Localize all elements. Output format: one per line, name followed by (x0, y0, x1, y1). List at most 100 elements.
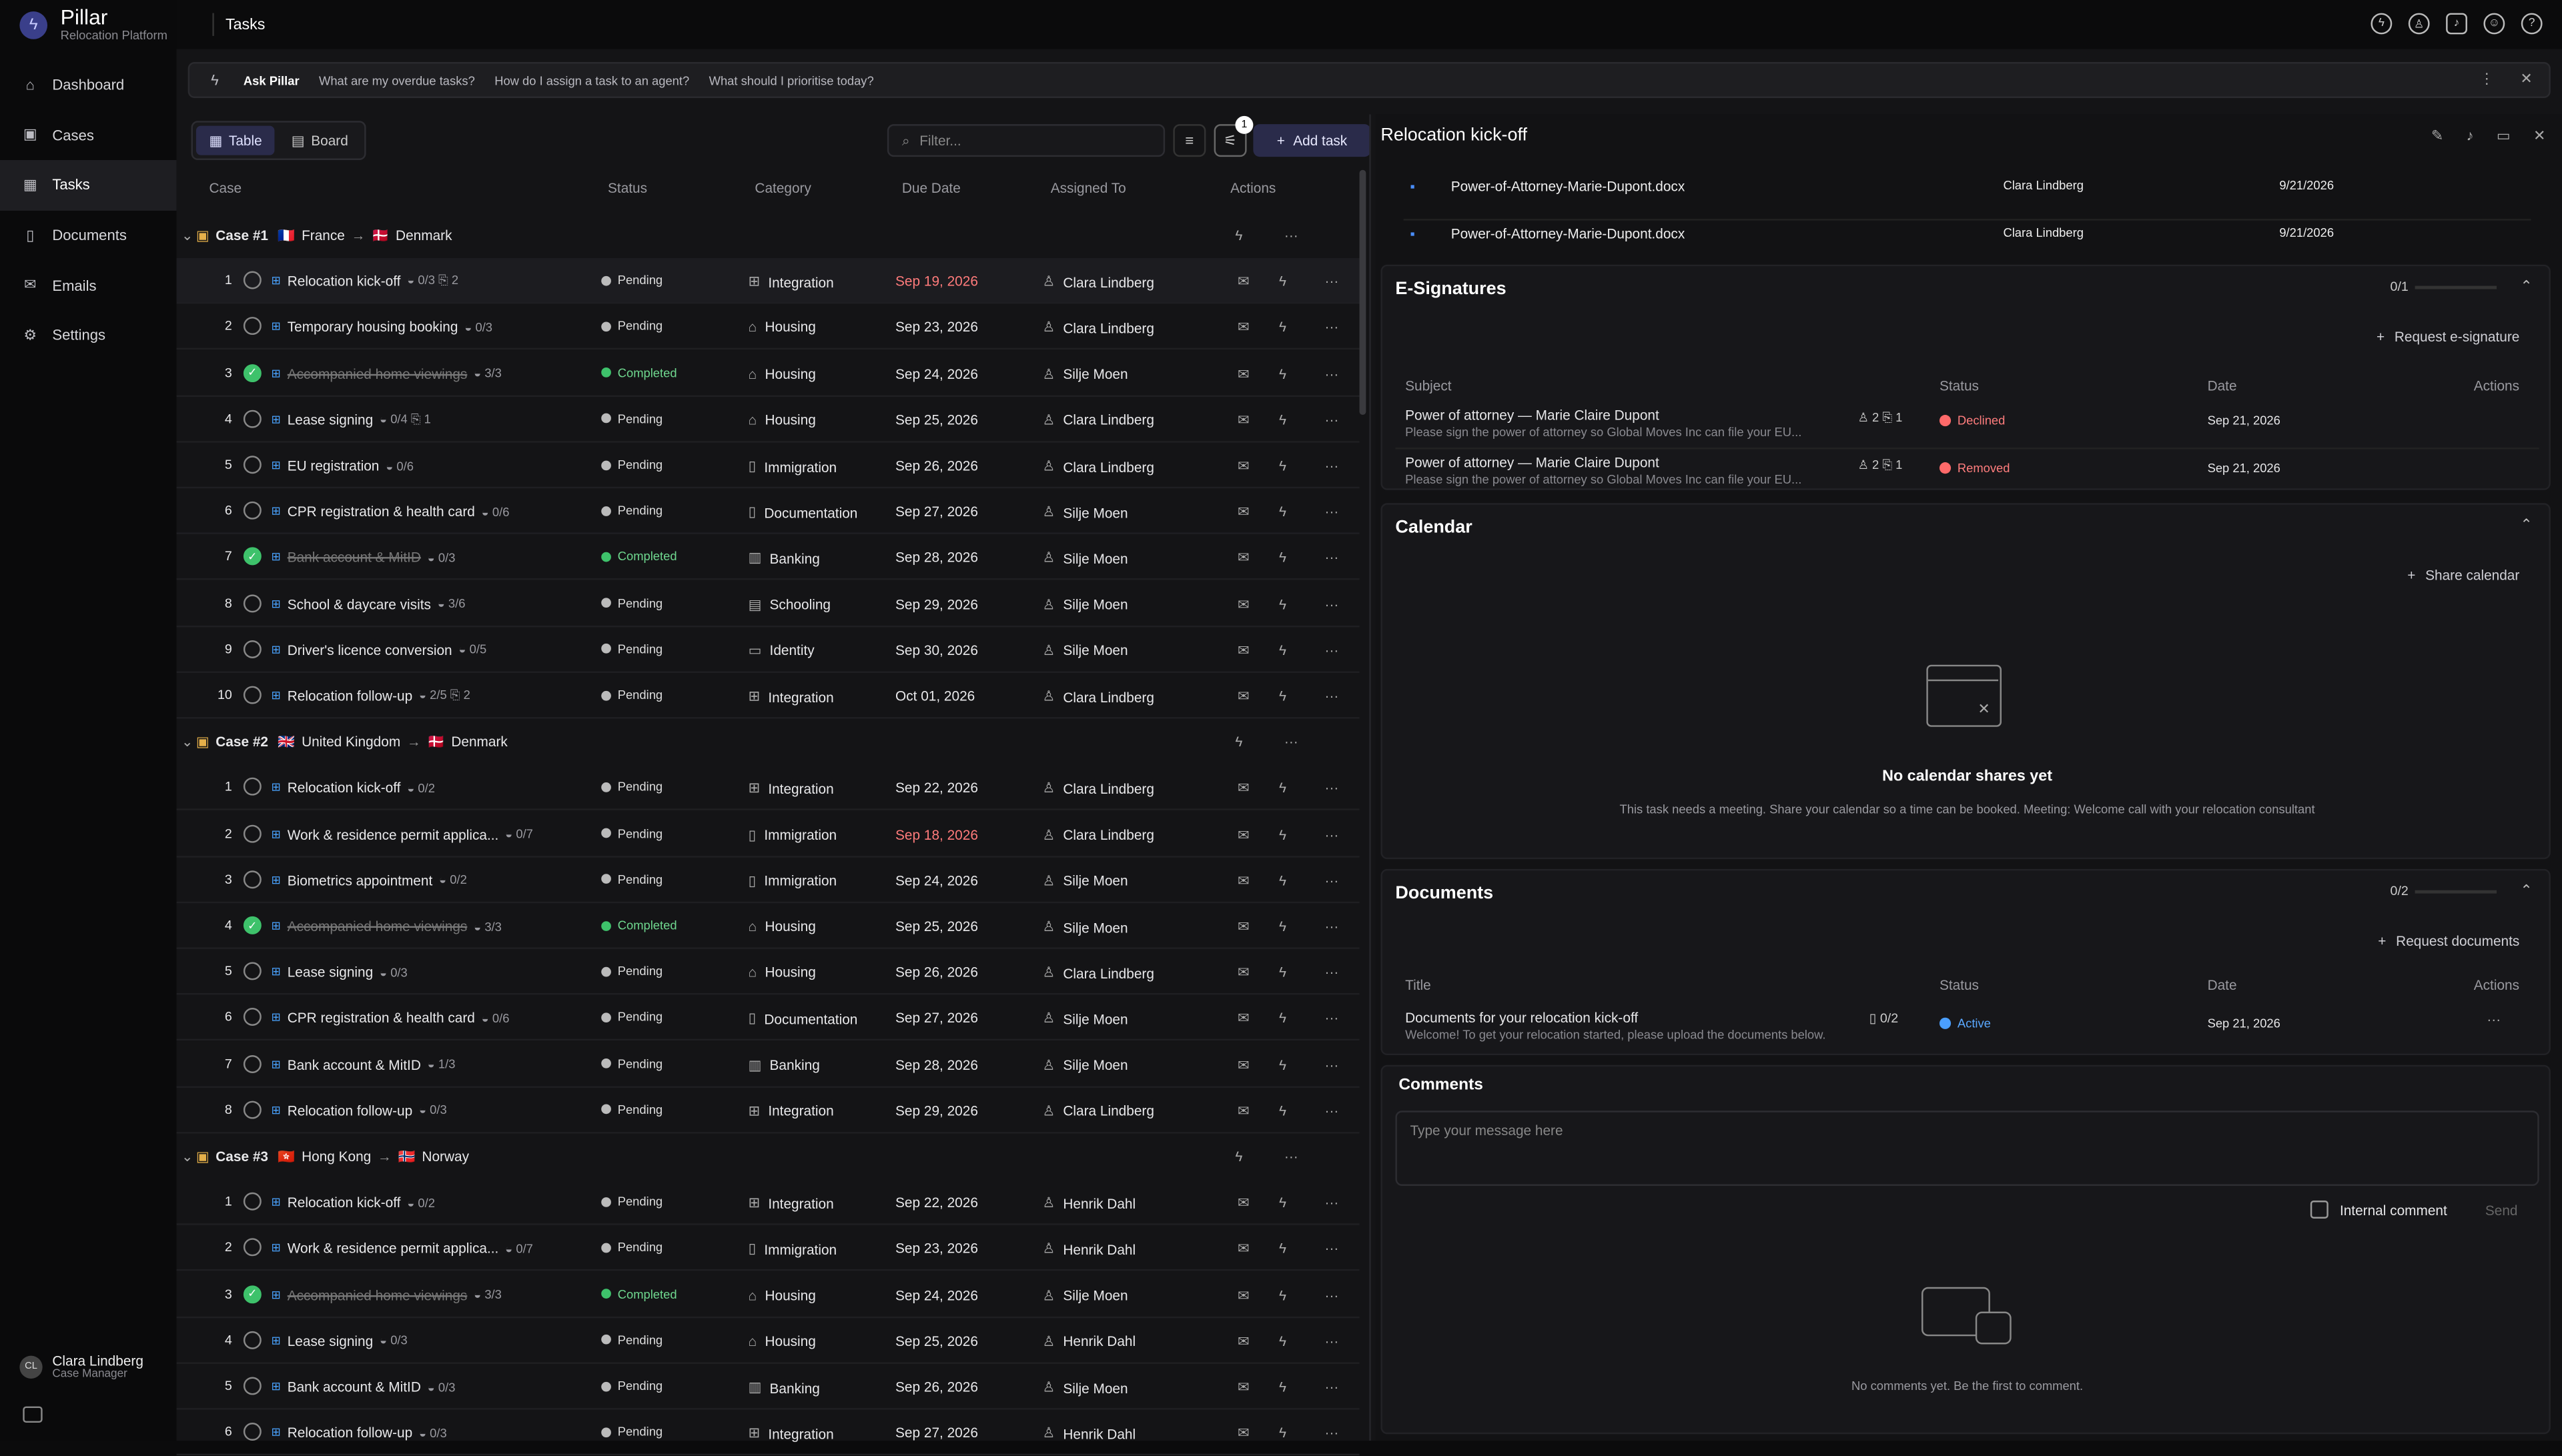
user-profile[interactable]: CL Clara Lindberg Case Manager (19, 1353, 143, 1380)
task-assignee[interactable]: ♙ Silje Moen (1042, 872, 1128, 890)
more-horizontal-icon[interactable]: ··· (1324, 1241, 1340, 1259)
send-button[interactable]: Send (2485, 1202, 2518, 1218)
filter-input[interactable]: ⌕ Filter... (887, 124, 1166, 157)
table-scrollbar[interactable] (1359, 169, 1366, 416)
more-horizontal-icon[interactable]: ··· (1324, 550, 1340, 568)
task-assignee[interactable]: ♙ Henrik Dahl (1042, 1333, 1136, 1351)
col-status[interactable]: Status (608, 179, 647, 195)
task-name[interactable]: ⊞ Lease signing ◒ 0/3 (272, 964, 408, 980)
pillar-ai-icon[interactable]: ϟ (1235, 1149, 1242, 1165)
task-complete-checkbox[interactable] (243, 1101, 262, 1119)
task-name[interactable]: ⊞ Accompanied home viewings ◒ 3/3 (272, 366, 502, 382)
more-horizontal-icon[interactable]: ··· (1324, 319, 1340, 337)
share-calendar-button[interactable]: + Share calendar (2407, 567, 2519, 583)
task-name[interactable]: ⊞ Bank account & MitID ◒ 1/3 (272, 1056, 456, 1072)
sidebar-item-dashboard[interactable]: ⌂ Dashboard (0, 61, 176, 111)
request-documents-button[interactable]: + Request documents (2378, 932, 2519, 948)
add-task-button[interactable]: + Add task (1253, 124, 1371, 157)
mail-icon[interactable]: ✉ (1235, 642, 1251, 660)
task-assignee[interactable]: ♙ Silje Moen (1042, 918, 1128, 936)
table-row[interactable]: 7 ⊞ Bank account & MitID ◒ 1/3 Pending ▥ Banki… (176, 1041, 1360, 1088)
case-group-row[interactable]: ⌄ ▣ Case #1 🇫🇷 France → 🇩🇰 Denmark ϟ ··· (176, 212, 1359, 258)
task-assignee[interactable]: ♙ Henrik Dahl (1042, 1195, 1136, 1213)
table-row[interactable]: 7 ✓ ⊞ Bank account & MitID ◒ 0/3 Completed ▥ Ba… (176, 535, 1360, 581)
more-horizontal-icon[interactable]: ··· (1324, 412, 1340, 430)
more-horizontal-icon[interactable]: ··· (1324, 1287, 1340, 1305)
mail-icon[interactable]: ✉ (1235, 918, 1251, 936)
pillar-ai-icon[interactable]: ϟ (1274, 642, 1290, 660)
task-name[interactable]: ⊞ Relocation kick-off ◒ 0/3 ⎘ 2 (272, 273, 459, 289)
pillar-ai-icon[interactable]: ϟ (2371, 13, 2393, 35)
pillar-ai-icon[interactable]: ϟ (1274, 458, 1290, 476)
task-assignee[interactable]: ♙ Clara Lindberg (1042, 412, 1154, 430)
table-row[interactable]: 9 ⊞ Driver's licence conversion ◒ 0/5 Pendin… (176, 627, 1360, 673)
pillar-ai-icon[interactable]: ϟ (1235, 227, 1242, 243)
table-row[interactable]: 4 ⊞ Lease signing ◒ 0/3 Pending ⌂ Housing Sep 2… (176, 1318, 1360, 1364)
board-view-button[interactable]: ▤ Board (278, 126, 361, 155)
task-assignee[interactable]: ♙ Clara Lindberg (1042, 688, 1154, 706)
mail-icon[interactable]: ✉ (1235, 1056, 1251, 1074)
comment-input[interactable]: Type your message here (1395, 1111, 2539, 1186)
pillar-ai-icon[interactable]: ϟ (1274, 1425, 1290, 1443)
table-view-button[interactable]: ▦ Table (195, 125, 276, 155)
task-name[interactable]: ⊞ Temporary housing booking ◒ 0/3 (272, 319, 492, 335)
mail-icon[interactable]: ✉ (1235, 504, 1251, 522)
task-assignee[interactable]: ♙ Clara Lindberg (1042, 780, 1154, 798)
pillar-ai-icon[interactable]: ϟ (1274, 1010, 1290, 1028)
task-assignee[interactable]: ♙ Silje Moen (1042, 596, 1128, 614)
smiley-icon[interactable]: ☺ (2483, 13, 2505, 35)
task-complete-checkbox[interactable]: ✓ (243, 1285, 262, 1303)
internal-comment-toggle[interactable]: Internal comment (2310, 1201, 2447, 1219)
pillar-ai-icon[interactable]: ϟ (1274, 596, 1290, 614)
pillar-ai-icon[interactable]: ϟ (1274, 918, 1290, 936)
task-assignee[interactable]: ♙ Silje Moen (1042, 550, 1128, 568)
pillar-ai-icon[interactable]: ϟ (1274, 1056, 1290, 1074)
sidebar-item-settings[interactable]: ⚙ Settings (0, 310, 176, 360)
task-name[interactable]: ⊞ CPR registration & health card ◒ 0/6 (272, 1010, 510, 1026)
table-row[interactable]: 4 ⊞ Lease signing ◒ 0/4 ⎘ 1 Pending ⌂ Housing S… (176, 397, 1360, 443)
mail-icon[interactable]: ✉ (1235, 964, 1251, 982)
table-row[interactable]: 6 ⊞ CPR registration & health card ◒ 0/6 Pen… (176, 995, 1360, 1041)
case-group-row[interactable]: ⌄ ▣ Case #3 🇭🇰 Hong Kong → 🇳🇴 Norway ϟ ··· (176, 1134, 1359, 1180)
table-row[interactable]: 5 ⊞ Bank account & MitID ◒ 0/3 Pending ▥ Banki… (176, 1364, 1360, 1410)
more-horizontal-icon[interactable]: ··· (1324, 596, 1340, 614)
pillar-ai-icon[interactable]: ϟ (1274, 273, 1290, 291)
task-name[interactable]: ⊞ Bank account & MitID ◒ 0/3 (272, 1379, 456, 1395)
bell-icon[interactable]: ♪ (2467, 127, 2474, 145)
task-assignee[interactable]: ♙ Clara Lindberg (1042, 964, 1154, 982)
task-assignee[interactable]: ♙ Clara Lindberg (1042, 458, 1154, 476)
table-row[interactable]: 2 ⊞ Work & residence permit applica... ◒ 0/… (176, 811, 1360, 857)
task-name[interactable]: ⊞ School & daycare visits ◒ 3/6 (272, 596, 466, 612)
task-complete-checkbox[interactable] (243, 870, 262, 888)
task-name[interactable]: ⊞ Driver's licence conversion ◒ 0/5 (272, 642, 487, 658)
task-name[interactable]: ⊞ CPR registration & health card ◒ 0/6 (272, 504, 510, 520)
mail-icon[interactable]: ✉ (1235, 319, 1251, 337)
task-assignee[interactable]: ♙ Clara Lindberg (1042, 1103, 1154, 1121)
more-horizontal-icon[interactable]: ··· (1324, 918, 1340, 936)
pillar-ai-icon[interactable]: ϟ (1274, 1287, 1290, 1305)
more-vertical-icon[interactable]: ⋮ (2479, 70, 2494, 88)
task-assignee[interactable]: ♙ Clara Lindberg (1042, 319, 1154, 337)
task-assignee[interactable]: ♙ Silje Moen (1042, 642, 1128, 660)
more-horizontal-icon[interactable]: ··· (1324, 1103, 1340, 1121)
pillar-ai-icon[interactable]: ϟ (1274, 964, 1290, 982)
more-horizontal-icon[interactable]: ··· (1324, 642, 1340, 660)
mail-icon[interactable]: ✉ (1235, 1103, 1251, 1121)
mail-icon[interactable]: ✉ (1235, 872, 1251, 890)
case-group-row[interactable]: ⌄ ▣ Case #2 🇬🇧 United Kingdom → 🇩🇰 Denmark ϟ ··· (176, 719, 1359, 765)
help-icon[interactable]: ? (2521, 13, 2543, 35)
task-assignee[interactable]: ♙ Clara Lindberg (1042, 273, 1154, 291)
task-complete-checkbox[interactable] (243, 962, 262, 980)
task-complete-checkbox[interactable] (243, 1423, 262, 1441)
chevron-down-icon[interactable]: ⌄ (181, 1147, 193, 1165)
request-esignature-button[interactable]: + Request e-signature (2377, 328, 2519, 344)
mail-icon[interactable]: ✉ (1235, 1241, 1251, 1259)
brand[interactable]: ϟ Pillar Relocation Platform (19, 7, 167, 43)
task-complete-checkbox[interactable] (243, 1008, 262, 1026)
sidebar-item-cases[interactable]: ▣ Cases (0, 111, 176, 161)
pillar-ai-icon[interactable]: ϟ (1274, 826, 1290, 844)
task-assignee[interactable]: ♙ Silje Moen (1042, 1379, 1128, 1397)
sidebar-item-emails[interactable]: ✉ Emails (0, 260, 176, 310)
task-complete-checkbox[interactable] (243, 778, 262, 796)
table-row[interactable]: 8 ⊞ School & daycare visits ◒ 3/6 Pending ▤ Sc… (176, 581, 1360, 627)
